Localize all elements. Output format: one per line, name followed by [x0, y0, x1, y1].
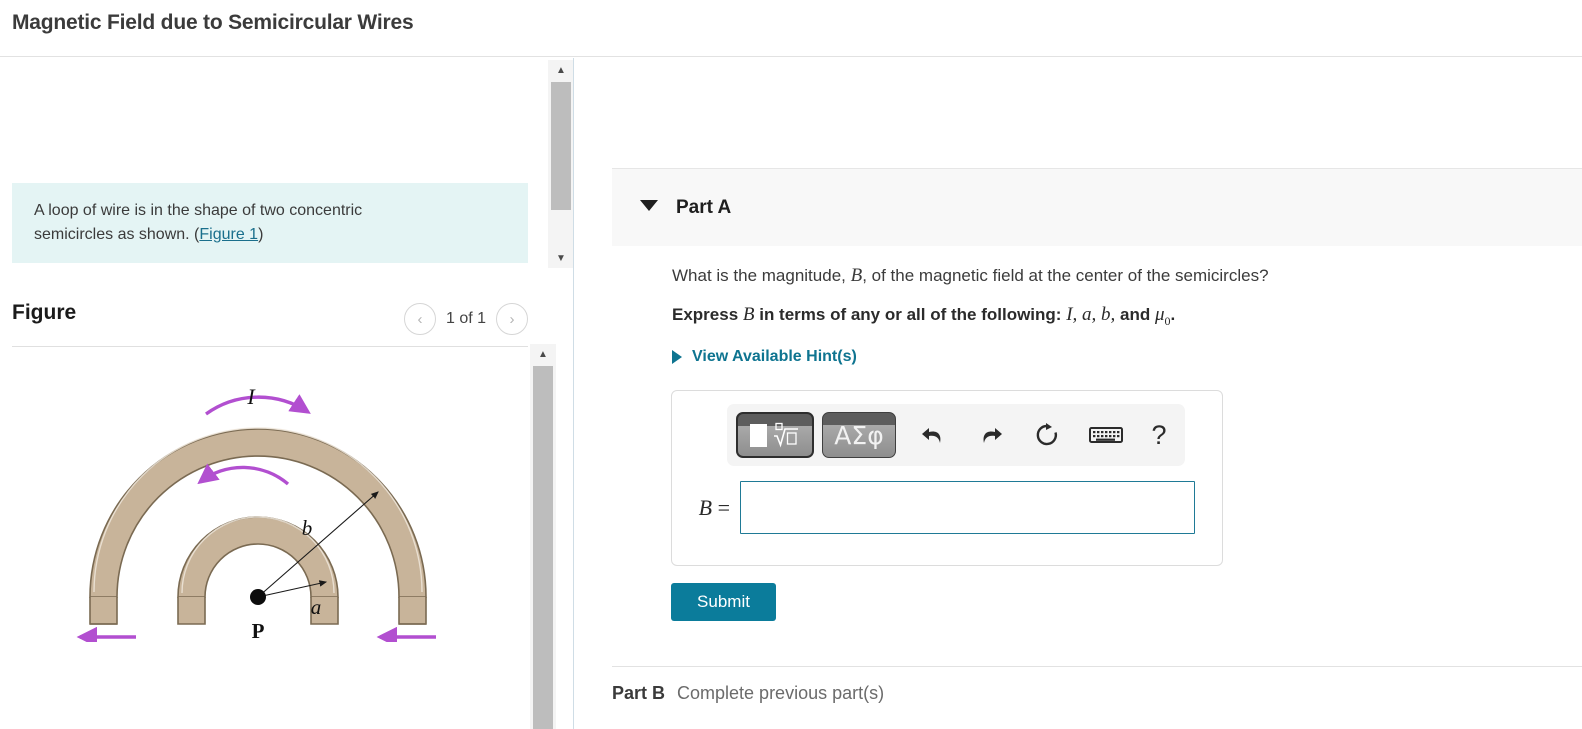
figure-next-button[interactable]: › — [496, 303, 528, 335]
express-and: and — [1115, 305, 1155, 324]
undo-button[interactable] — [912, 414, 954, 456]
figure-label-a: a — [311, 595, 322, 619]
figure-scrollbar[interactable]: ▲ — [530, 344, 556, 729]
express-pre: Express — [672, 305, 743, 324]
problem-statement-box: A loop of wire is in the shape of two co… — [12, 183, 528, 263]
view-hints-button[interactable]: View Available Hint(s) — [672, 348, 857, 366]
undo-icon — [922, 428, 941, 443]
greek-symbols-button[interactable]: ΑΣφ — [822, 412, 896, 458]
problem-line-1: A loop of wire is in the shape of two co… — [34, 202, 363, 219]
point-p-marker — [250, 589, 266, 605]
left-panel: A loop of wire is in the shape of two co… — [0, 58, 548, 729]
page-title: Magnetic Field due to Semicircular Wires — [12, 11, 414, 34]
answer-entry-box: ΑΣφ ? B = — [671, 390, 1223, 566]
box-icon — [749, 423, 767, 447]
part-a-header[interactable]: Part A — [612, 168, 1582, 246]
part-a-title: Part A — [676, 197, 732, 218]
hints-label: View Available Hint(s) — [692, 348, 857, 365]
redo-icon — [983, 428, 1002, 443]
hints-triangle-icon — [672, 350, 682, 364]
refresh-icon — [1036, 423, 1058, 446]
keyboard-button[interactable] — [1083, 414, 1129, 456]
figure-1-link[interactable]: Figure 1 — [199, 226, 258, 243]
answer-variable: B — [698, 494, 713, 520]
part-b-title: Part B — [612, 683, 666, 703]
page-root: Magnetic Field due to Semicircular Wires… — [0, 0, 1582, 729]
express-instruction: Express B in terms of any or all of the … — [672, 302, 1472, 334]
figure-scroll-up-arrow-icon[interactable]: ▲ — [530, 344, 556, 364]
question-post: , of the magnetic field at the center of… — [862, 266, 1269, 285]
express-end: . — [1170, 305, 1176, 324]
help-button[interactable]: ? — [1141, 414, 1177, 456]
math-templates-button[interactable] — [736, 412, 814, 458]
figure-pager: ‹ 1 of 1 › — [403, 303, 528, 335]
math-toolbar: ΑΣφ ? — [727, 404, 1185, 466]
templates-icon — [749, 420, 801, 450]
figure-page-label: 1 of 1 — [445, 310, 486, 327]
problem-statement-text: A loop of wire is in the shape of two co… — [34, 199, 454, 247]
answer-row: B = — [672, 481, 1222, 534]
redo-button[interactable] — [970, 414, 1012, 456]
figure-prev-button[interactable]: ‹ — [403, 303, 436, 335]
page-header: Magnetic Field due to Semicircular Wires — [0, 0, 1582, 57]
figure-scrollbar-thumb[interactable] — [533, 366, 553, 729]
question-variable-b: B — [850, 265, 863, 286]
reset-button[interactable] — [1026, 414, 1068, 456]
express-variable-list: I, a, b, — [1066, 304, 1116, 325]
scroll-up-arrow-icon[interactable]: ▲ — [548, 60, 574, 80]
problem-line-2-post: ) — [258, 226, 264, 243]
problem-line-2-pre: semicircles as shown. ( — [34, 226, 200, 243]
keyboard-icon — [1089, 427, 1123, 443]
answer-equals: = — [712, 494, 730, 520]
right-panel: Part A What is the magnitude, B, of the … — [574, 58, 1582, 729]
figure-header: Figure ‹ 1 of 1 › — [12, 301, 528, 347]
answer-input[interactable] — [740, 481, 1195, 534]
express-mu-zero: μ0 — [1155, 304, 1171, 328]
part-b-status: Complete previous part(s) — [677, 683, 885, 703]
express-variable-b: B — [742, 304, 755, 325]
figure-label-p: P — [252, 619, 265, 642]
answer-label: B = — [672, 495, 740, 521]
nth-root-icon — [773, 422, 798, 448]
parts-divider — [612, 666, 1582, 667]
figure-heading: Figure — [12, 301, 77, 324]
part-b-row[interactable]: Part B Complete previous part(s) — [612, 683, 884, 704]
collapse-caret-icon[interactable] — [640, 200, 658, 211]
question-pre: What is the magnitude, — [672, 266, 851, 285]
greek-label: ΑΣφ — [834, 420, 884, 450]
scroll-down-arrow-icon[interactable]: ▼ — [548, 248, 574, 268]
express-mid: in terms of any or all of the following: — [754, 305, 1067, 324]
submit-button[interactable]: Submit — [671, 583, 776, 621]
figure-label-b: b — [302, 516, 313, 540]
figure-canvas: I b a P — [0, 350, 530, 729]
question-text: What is the magnitude, B, of the magneti… — [672, 263, 1472, 289]
statement-scrollbar[interactable]: ▲ ▼ — [548, 60, 574, 268]
statement-scrollbar-thumb[interactable] — [551, 82, 571, 210]
semicircular-wires-diagram: I b a P — [76, 384, 436, 642]
